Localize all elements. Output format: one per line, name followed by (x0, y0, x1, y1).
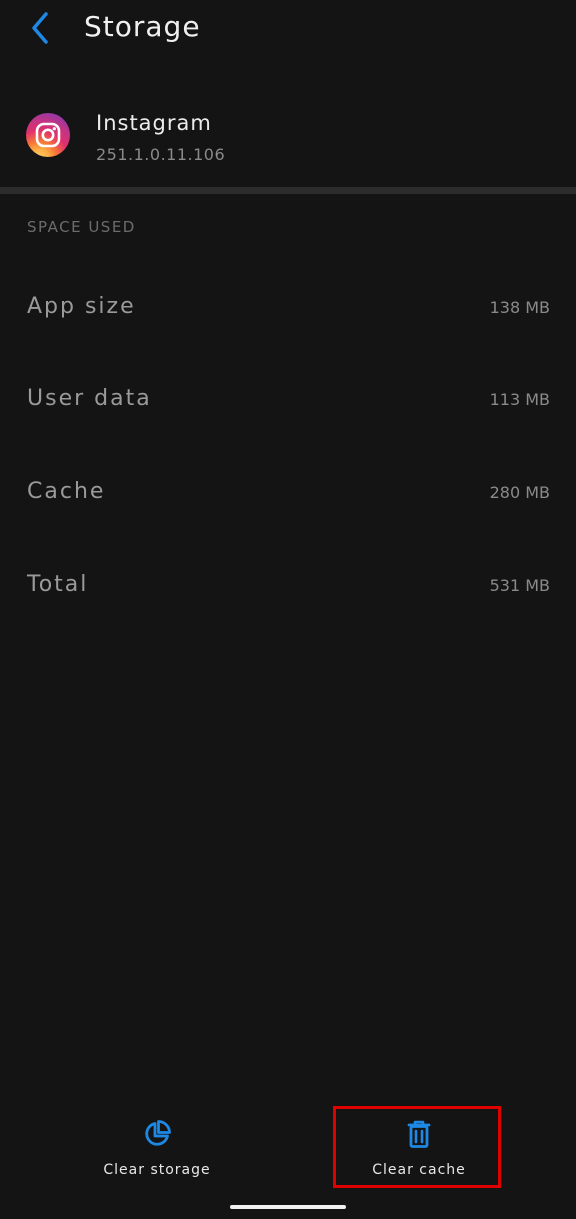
row-app-size: App size 138 MB (0, 280, 576, 340)
row-label: Cache (27, 479, 106, 504)
row-label: App size (27, 294, 136, 319)
chevron-left-icon (32, 12, 48, 44)
instagram-logo-icon (26, 113, 70, 157)
row-value: 280 MB (489, 483, 550, 502)
row-label: Total (27, 572, 89, 597)
clear-storage-button[interactable]: Clear storage (77, 1106, 237, 1186)
row-total: Total 531 MB (0, 558, 576, 618)
pie-chart-icon (141, 1118, 173, 1150)
row-value: 138 MB (489, 298, 550, 317)
section-divider (0, 187, 576, 194)
row-user-data: User data 113 MB (0, 372, 576, 432)
page-title: Storage (84, 10, 201, 43)
home-indicator[interactable] (230, 1205, 346, 1209)
section-title: SPACE USED (27, 218, 136, 236)
back-button[interactable] (18, 6, 62, 50)
app-header: Instagram 251.1.0.11.106 (0, 95, 576, 185)
clear-storage-label: Clear storage (103, 1162, 211, 1178)
app-version: 251.1.0.11.106 (96, 145, 226, 164)
row-value: 531 MB (489, 576, 550, 595)
app-bar: Storage (0, 0, 576, 60)
app-name: Instagram (96, 111, 212, 135)
row-label: User data (27, 386, 152, 411)
row-cache: Cache 280 MB (0, 465, 576, 525)
clear-cache-highlight (333, 1106, 501, 1188)
row-value: 113 MB (489, 390, 550, 409)
